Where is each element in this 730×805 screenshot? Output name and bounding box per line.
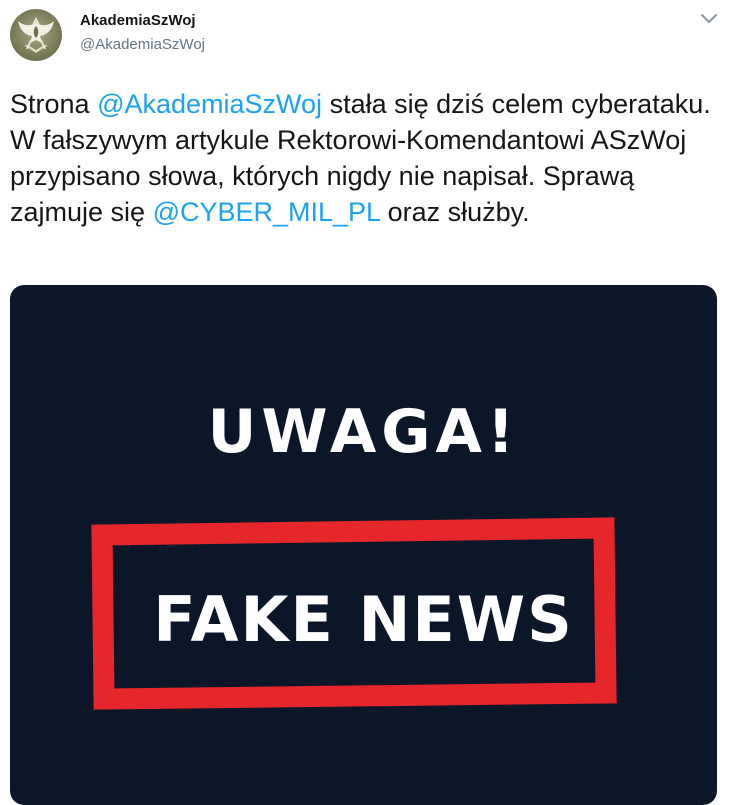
user-handle[interactable]: @AkademiaSzWoj — [80, 36, 205, 53]
mention-link-akademiaszwoj[interactable]: @AkademiaSzWoj — [97, 89, 322, 119]
chevron-down-icon — [701, 14, 717, 23]
mention-link-cyber-mil-pl[interactable]: @CYBER_MIL_PL — [153, 197, 381, 227]
military-eagle-emblem-icon — [18, 17, 54, 53]
avatar[interactable] — [10, 9, 62, 61]
display-name[interactable]: AkademiaSzWoj — [80, 12, 196, 29]
tweet-menu-button[interactable] — [698, 10, 720, 28]
tweet-text-part: Strona — [10, 89, 98, 119]
tweet-text: Strona @AkademiaSzWoj stała się dziś cel… — [10, 86, 715, 230]
media-stamp-text: FAKE NEWS — [153, 583, 574, 656]
tweet: AkademiaSzWoj @AkademiaSzWoj Strona @Aka… — [0, 0, 730, 805]
tweet-text-part: oraz służby. — [380, 197, 530, 227]
fake-news-stamp-frame — [91, 517, 617, 710]
tweet-media-image[interactable]: UWAGA! FAKE NEWS — [10, 285, 717, 805]
media-headline: UWAGA! — [207, 397, 520, 467]
